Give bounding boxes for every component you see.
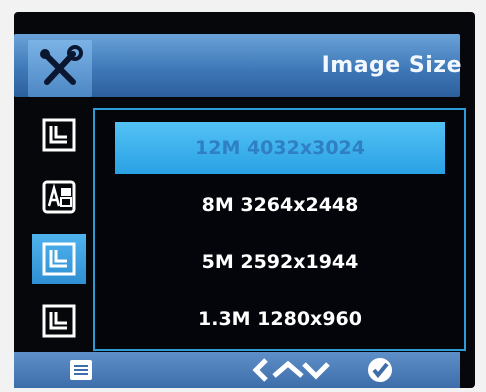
chevron-up-icon	[272, 360, 304, 378]
wrench-screwdriver-icon	[40, 45, 83, 85]
sidebar-item-language[interactable]	[32, 172, 86, 222]
option-1-3m[interactable]: 1.3M 1280x960	[115, 293, 445, 345]
option-5m[interactable]: 5M 2592x1944	[115, 236, 445, 288]
option-12m[interactable]: 12M 4032x3024	[115, 122, 445, 174]
chevron-left-icon	[252, 358, 268, 382]
sidebar-item-frame-2[interactable]	[32, 296, 86, 346]
frame-icon	[42, 242, 76, 276]
settings-tab[interactable]	[28, 40, 92, 97]
options-panel: 12M 4032x3024 8M 3264x2448 5M 2592x1944 …	[93, 108, 466, 351]
chevron-down-icon	[302, 362, 330, 380]
menu-icon[interactable]	[68, 358, 94, 382]
navigation-icons	[252, 358, 330, 382]
frame-icon	[42, 118, 76, 152]
page-title: Image Size	[321, 53, 462, 78]
language-icon	[42, 180, 76, 214]
sidebar-item-frame[interactable]	[32, 110, 86, 160]
footer-bar	[14, 352, 460, 388]
sidebar	[32, 110, 86, 350]
sidebar-item-image-size[interactable]	[32, 234, 86, 284]
check-icon[interactable]	[366, 356, 394, 384]
option-8m[interactable]: 8M 3264x2448	[115, 179, 445, 231]
frame-icon	[42, 304, 76, 338]
